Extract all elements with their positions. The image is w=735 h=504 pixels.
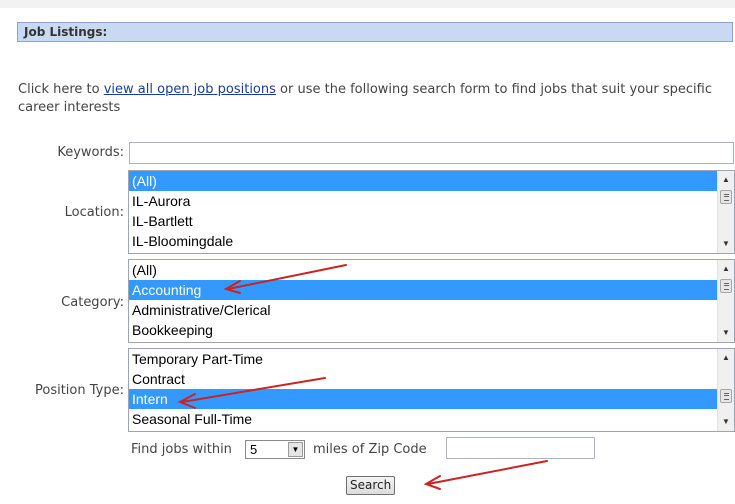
top-border [0,0,735,8]
scroll-thumb[interactable] [720,279,732,293]
category-option[interactable]: Administrative/Clerical [129,300,717,320]
scroll-thumb[interactable] [720,190,732,204]
scroll-thumb[interactable] [720,389,732,403]
chevron-down-icon[interactable]: ▼ [288,442,303,457]
intro-text: Click here to view all open job position… [18,81,718,117]
location-scrollbar[interactable]: ▲ ▼ [717,171,734,253]
category-label: Category: [61,295,124,310]
arrow-search-icon [423,460,548,490]
scroll-down-icon[interactable]: ▼ [718,414,734,430]
scroll-down-icon[interactable]: ▼ [718,325,734,341]
zip-code-input[interactable] [446,437,595,459]
category-option[interactable]: Bookkeeping [129,320,717,340]
location-option[interactable]: IL-Aurora [129,191,717,211]
location-option[interactable]: (All) [129,171,717,191]
search-button[interactable]: Search [346,476,396,495]
intro-before: Click here to [18,82,104,97]
section-header: Job Listings: [17,22,733,42]
category-option[interactable]: Accounting [129,280,717,300]
position-type-label: Position Type: [35,383,124,398]
section-title: Job Listings: [24,25,108,39]
location-label: Location: [64,205,124,220]
category-option[interactable]: (All) [129,260,717,280]
location-listbox[interactable]: (All) IL-Aurora IL-Bartlett IL-Bloomingd… [128,170,735,254]
keywords-input[interactable] [129,142,734,164]
miles-of-zip-label: miles of Zip Code [313,442,427,457]
category-listbox[interactable]: (All) Accounting Administrative/Clerical… [128,259,735,343]
position-type-option[interactable]: Seasonal Full-Time [129,409,717,429]
scroll-up-icon[interactable]: ▲ [718,261,734,277]
position-type-option[interactable]: Intern [129,389,717,409]
scroll-up-icon[interactable]: ▲ [718,350,734,366]
view-all-positions-link[interactable]: view all open job positions [104,82,276,97]
miles-value: 5 [250,442,258,457]
scroll-up-icon[interactable]: ▲ [718,172,734,188]
keywords-label: Keywords: [57,145,124,160]
position-type-option[interactable]: Temporary Part-Time [129,349,717,369]
position-type-option[interactable]: Contract [129,369,717,389]
location-option[interactable]: IL-Bartlett [129,211,717,231]
category-scrollbar[interactable]: ▲ ▼ [717,260,734,342]
scroll-down-icon[interactable]: ▼ [718,236,734,252]
miles-select[interactable]: 5 ▼ [245,440,305,459]
location-option[interactable]: IL-Bloomingdale [129,231,717,251]
find-jobs-within-label: Find jobs within [131,442,232,457]
position-type-listbox[interactable]: Temporary Part-Time Contract Intern Seas… [128,348,735,432]
position-type-scrollbar[interactable]: ▲ ▼ [717,349,734,431]
